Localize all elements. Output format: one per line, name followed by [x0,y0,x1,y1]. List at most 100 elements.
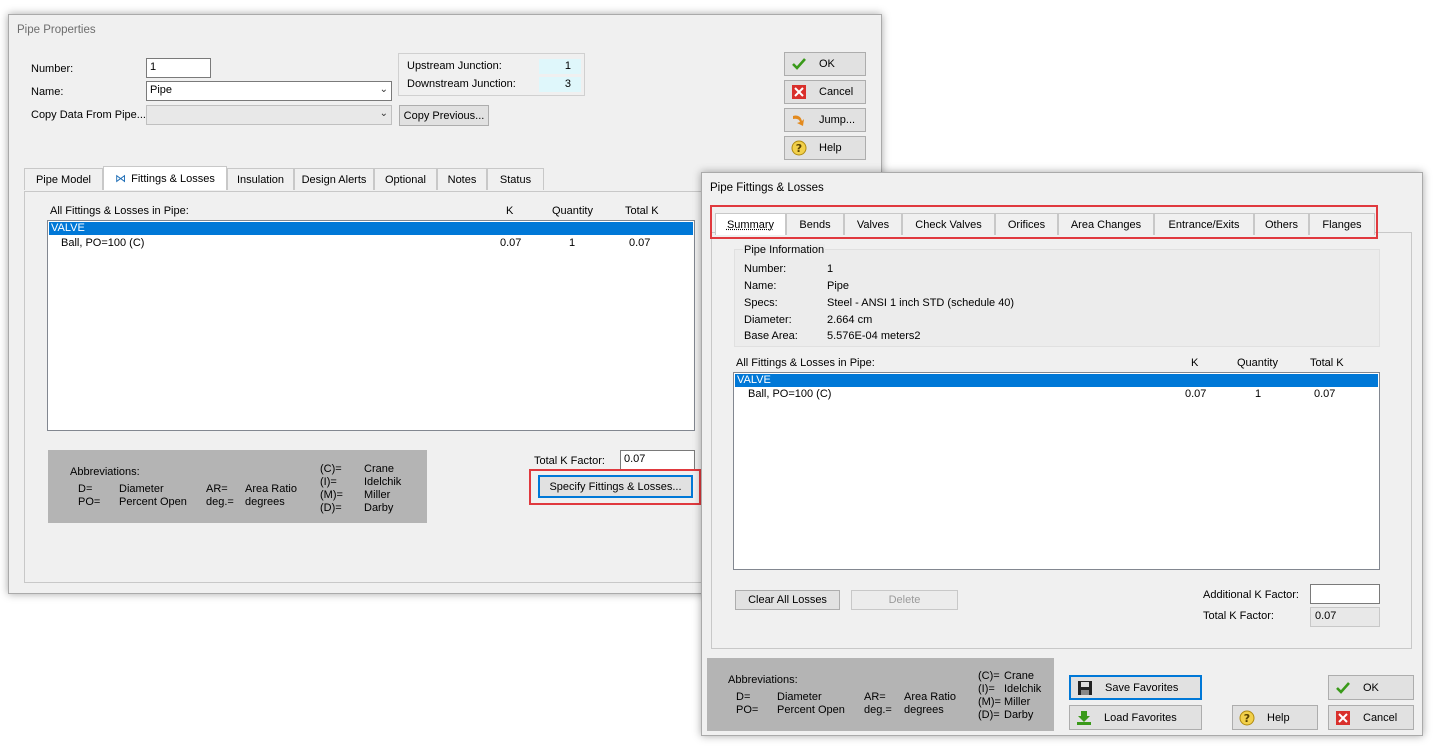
cancel-button[interactable]: Cancel [784,80,866,104]
tab-fittings-losses[interactable]: ⋈ Fittings & Losses [103,166,227,190]
additional-k-field[interactable] [1310,584,1380,604]
specify-fittings-button[interactable]: Specify Fittings & Losses... [538,475,693,498]
save-favorites-button[interactable]: Save Favorites [1069,675,1202,700]
help-label: Help [819,142,842,154]
close-icon [1335,710,1351,726]
load-favorites-label: Load Favorites [1104,711,1177,724]
pipe-tabs: Pipe Model ⋈ Fittings & Losses Insulatio… [24,166,544,192]
dialog-title: Pipe Fittings & Losses [710,182,824,194]
abbr-m-key: (M)= [978,696,1001,708]
floppy-disk-icon [1077,680,1093,696]
tab-fittings-losses-label: Fittings & Losses [131,172,215,185]
copy-previous-button[interactable]: Copy Previous... [399,105,489,126]
checkmark-icon [1335,680,1351,696]
abbr-po-val: Percent Open [119,496,187,508]
list-header-total-k: Total K [1310,357,1344,369]
abbr-ar-key: AR= [206,483,228,495]
svg-text:?: ? [1244,712,1250,725]
pipe-info-area-value: 5.576E-04 meters2 [827,330,921,342]
clear-all-losses-button[interactable]: Clear All Losses [735,590,840,610]
total-k-field[interactable]: 0.07 [620,450,695,470]
pipe-info-specs-value: Steel - ANSI 1 inch STD (schedule 40) [827,297,1015,309]
list-item-name: VALVE [737,374,771,386]
tabs-highlight [710,205,1378,239]
cancel-button[interactable]: Cancel [1328,705,1414,730]
load-favorites-button[interactable]: Load Favorites [1069,705,1202,730]
pipe-info-name-value: Pipe [827,280,850,292]
tab-design-alerts[interactable]: Design Alerts [294,168,374,190]
svg-text:?: ? [796,142,802,155]
tab-insulation[interactable]: Insulation [227,168,294,190]
abbr-c-val: Crane [364,463,394,475]
name-combo[interactable]: Pipe ⌄ [146,81,392,101]
list-item[interactable]: Ball, PO=100 (C) 0.07 1 0.07 [48,237,694,250]
list-header-quantity: Quantity [1237,357,1278,369]
valve-icon: ⋈ [115,173,127,185]
pipe-fittings-dialog: Pipe Fittings & Losses Summary Bends Val… [701,172,1423,736]
list-item[interactable]: VALVE [735,374,1378,387]
pipe-info-name-label: Name: [744,280,777,292]
abbr-d-val: Diameter [119,483,164,495]
chevron-down-icon[interactable]: ⌄ [380,84,388,95]
close-icon [791,84,807,100]
jump-label: Jump... [819,114,856,126]
abbr-m-val: Miller [364,489,391,501]
abbr-i-val: Idelchik [364,476,402,488]
help-label: Help [1267,711,1290,724]
ok-button[interactable]: OK [784,52,866,76]
fittings-list[interactable]: VALVE Ball, PO=100 (C) 0.07 1 0.07 [47,220,695,431]
pipe-info-specs-label: Specs: [744,297,778,309]
list-item[interactable]: VALVE [49,222,693,235]
abbr-i-key: (I)= [978,683,995,695]
abbr-ar-key: AR= [864,691,886,703]
cancel-label: Cancel [1363,711,1398,724]
list-item-name: Ball, PO=100 (C) [61,237,145,249]
abbr-dd-val: Darby [1004,709,1034,721]
list-item[interactable]: Ball, PO=100 (C) 0.07 1 0.07 [734,388,1379,401]
help-icon: ? [1239,710,1255,726]
delete-button[interactable]: Delete [851,590,958,610]
tab-optional[interactable]: Optional [374,168,437,190]
help-button[interactable]: ? Help [1232,705,1318,730]
abbr-d-val: Diameter [777,691,822,703]
total-k-label: Total K Factor: [534,455,605,467]
help-icon: ? [791,140,807,156]
pipe-info-number-label: Number: [744,263,787,275]
list-item-name: VALVE [51,222,85,234]
list-item-total-k: 0.07 [629,237,651,249]
save-favorites-label: Save Favorites [1105,681,1179,694]
pipe-info-area-label: Base Area: [744,330,798,342]
abbr-deg-val: degrees [904,704,944,716]
checkmark-icon [791,56,807,72]
abbr-c-key: (C)= [978,670,1000,682]
abbr-d-key: D= [78,483,93,495]
ok-button[interactable]: OK [1328,675,1414,700]
abbr-po-val: Percent Open [777,704,845,716]
jump-button[interactable]: Jump... [784,108,866,132]
downstream-label: Downstream Junction: [407,78,516,90]
downstream-value: 3 [539,77,581,92]
pipe-information-group: Pipe Information Number: 1 Name: Pipe Sp… [734,244,1380,347]
list-header-k: K [1191,357,1199,369]
help-button[interactable]: ? Help [784,136,866,160]
list-header-all: All Fittings & Losses in Pipe: [50,205,189,217]
abbr-c-key: (C)= [320,463,342,475]
total-k-value: 0.07 [1310,607,1380,627]
chevron-down-icon[interactable]: ⌄ [380,108,388,119]
tab-notes[interactable]: Notes [437,168,487,190]
number-field[interactable]: 1 [146,58,211,78]
copy-data-combo[interactable]: ⌄ [146,105,392,125]
ok-label: OK [1363,681,1379,694]
tab-status[interactable]: Status [487,168,544,190]
abbr-po-key: PO= [78,496,101,508]
fittings-list[interactable]: VALVE Ball, PO=100 (C) 0.07 1 0.07 [733,372,1380,570]
list-header-all: All Fittings & Losses in Pipe: [736,357,875,369]
list-header-quantity: Quantity [552,205,593,217]
pipe-info-title: Pipe Information [743,244,826,256]
pipe-info-diameter-label: Diameter: [744,314,792,326]
number-label: Number: [31,63,74,75]
tab-pipe-model[interactable]: Pipe Model [24,168,103,190]
abbr-dd-key: (D)= [320,502,342,514]
abbr-i-val: Idelchik [1004,683,1042,695]
abbr-i-key: (I)= [320,476,337,488]
